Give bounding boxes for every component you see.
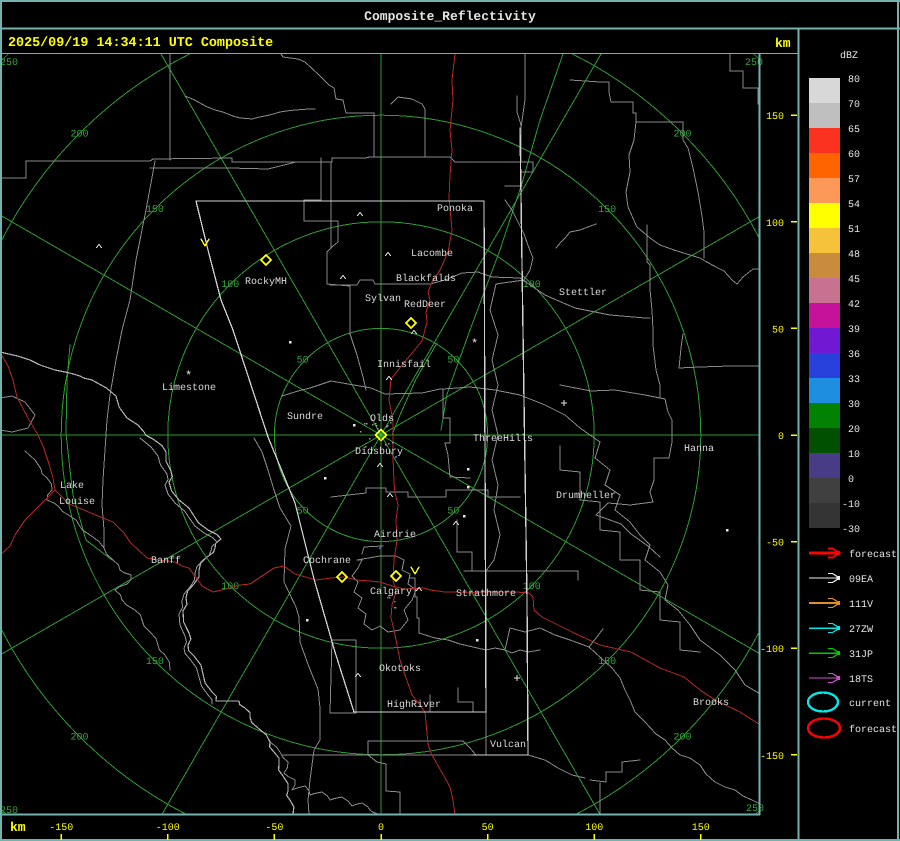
svg-text:100: 100 — [523, 582, 541, 593]
svg-text:Blackfalds: Blackfalds — [396, 273, 456, 285]
svg-text:20: 20 — [848, 425, 860, 436]
svg-text:100: 100 — [766, 219, 784, 230]
svg-text:33: 33 — [848, 375, 860, 386]
svg-text:current: current — [849, 699, 891, 710]
svg-text:200: 200 — [70, 129, 88, 140]
svg-text:0: 0 — [378, 823, 384, 834]
svg-text:54: 54 — [848, 200, 860, 211]
svg-text:RedDeer: RedDeer — [404, 299, 446, 311]
svg-text:Olds: Olds — [370, 413, 394, 425]
svg-text:*: * — [185, 369, 192, 383]
svg-text:42: 42 — [848, 300, 860, 311]
svg-text:45: 45 — [848, 275, 860, 286]
svg-text:Lacombe: Lacombe — [411, 248, 453, 260]
svg-text:18TS: 18TS — [849, 675, 873, 686]
svg-text:50: 50 — [297, 356, 309, 367]
svg-text:51: 51 — [848, 225, 860, 236]
svg-text:250: 250 — [746, 804, 764, 815]
svg-text:111V: 111V — [849, 600, 873, 611]
svg-text:250: 250 — [0, 806, 18, 817]
svg-text:0: 0 — [848, 475, 854, 486]
svg-text:150: 150 — [146, 657, 164, 668]
svg-text:Composite_Reflectivity: Composite_Reflectivity — [364, 9, 536, 24]
svg-text:150: 150 — [692, 823, 710, 834]
svg-text:Louise: Louise — [59, 496, 95, 508]
svg-text:70: 70 — [848, 100, 860, 111]
svg-text:250: 250 — [745, 58, 763, 69]
svg-text:36: 36 — [848, 350, 860, 361]
svg-text:57: 57 — [848, 175, 860, 186]
svg-text:10: 10 — [848, 450, 860, 461]
svg-text:Calgary: Calgary — [370, 586, 412, 598]
svg-text:Vulcan: Vulcan — [490, 739, 526, 751]
svg-text:Banff: Banff — [151, 555, 181, 567]
svg-text:200: 200 — [674, 733, 692, 744]
svg-text:Airdrie: Airdrie — [374, 529, 416, 541]
svg-text:Limestone: Limestone — [162, 382, 216, 394]
svg-text:65: 65 — [848, 125, 860, 136]
svg-text:Sylvan: Sylvan — [365, 293, 401, 305]
svg-text:Okotoks: Okotoks — [379, 663, 421, 675]
svg-text:ThreeHills: ThreeHills — [473, 433, 533, 445]
svg-text:48: 48 — [848, 250, 860, 261]
svg-text:*: * — [471, 337, 478, 351]
svg-text:Didsbury: Didsbury — [355, 446, 403, 458]
svg-text:250: 250 — [0, 58, 18, 69]
svg-text:-30: -30 — [842, 525, 860, 536]
svg-text:-100: -100 — [760, 645, 784, 656]
svg-text:100: 100 — [585, 823, 603, 834]
svg-text:km: km — [10, 820, 26, 835]
svg-text:-100: -100 — [156, 823, 180, 834]
svg-text:Brooks: Brooks — [693, 697, 729, 709]
svg-text:Ponoka: Ponoka — [437, 203, 473, 215]
svg-text:Lake: Lake — [60, 480, 84, 492]
svg-text:39: 39 — [848, 325, 860, 336]
svg-text:-50: -50 — [766, 539, 784, 550]
svg-text:Hanna: Hanna — [684, 444, 714, 455]
svg-text:-150: -150 — [760, 752, 784, 763]
svg-text:50: 50 — [482, 823, 494, 834]
svg-text:dBZ: dBZ — [840, 50, 858, 62]
svg-text:km: km — [775, 36, 791, 51]
svg-text:50: 50 — [447, 356, 459, 367]
svg-text:50: 50 — [447, 506, 459, 517]
svg-text:30: 30 — [848, 400, 860, 411]
svg-text:HighRiver: HighRiver — [387, 699, 441, 711]
svg-text:60: 60 — [848, 150, 860, 161]
svg-text:Stettler: Stettler — [559, 287, 607, 299]
svg-text:31JP: 31JP — [849, 650, 873, 661]
svg-text:Innisfail: Innisfail — [377, 359, 431, 371]
svg-text:Strathmore: Strathmore — [456, 588, 516, 600]
svg-text:-50: -50 — [265, 823, 283, 834]
svg-text:09EA: 09EA — [849, 575, 873, 586]
svg-text:50: 50 — [772, 325, 784, 336]
svg-text:RockyMH: RockyMH — [245, 276, 287, 288]
svg-text:Cochrane: Cochrane — [303, 555, 351, 567]
svg-text:100: 100 — [221, 280, 239, 291]
svg-text:100: 100 — [221, 582, 239, 593]
svg-text:80: 80 — [848, 75, 860, 86]
svg-text:200: 200 — [70, 733, 88, 744]
svg-text:Sundre: Sundre — [287, 411, 323, 423]
svg-text:-10: -10 — [842, 500, 860, 511]
svg-text:-150: -150 — [49, 823, 73, 834]
svg-text:150: 150 — [598, 205, 616, 216]
svg-text:150: 150 — [598, 657, 616, 668]
svg-text:2025/09/19 14:34:11 UTC Compos: 2025/09/19 14:34:11 UTC Composite — [8, 36, 273, 51]
svg-text:27ZW: 27ZW — [849, 625, 873, 636]
svg-text:forecast: forecast — [849, 724, 897, 736]
svg-text:0: 0 — [778, 432, 784, 443]
svg-text:Drumheller: Drumheller — [556, 490, 616, 502]
svg-text:150: 150 — [766, 112, 784, 123]
svg-text:150: 150 — [146, 205, 164, 216]
svg-text:forecast: forecast — [849, 549, 897, 561]
